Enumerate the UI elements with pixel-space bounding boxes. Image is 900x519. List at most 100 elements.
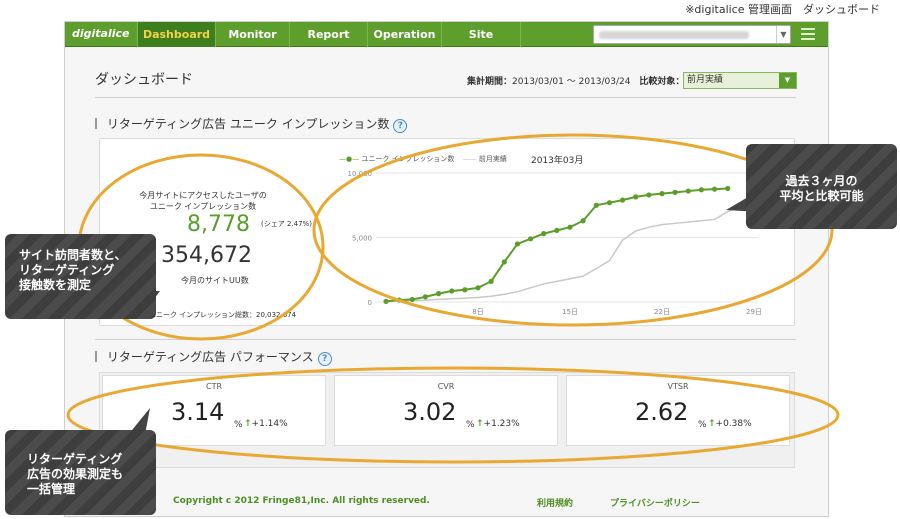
- x-tick-label: 8日: [472, 308, 483, 316]
- kpi-unit: %: [466, 420, 475, 430]
- tab-site[interactable]: Site: [441, 22, 521, 47]
- divider: [95, 339, 796, 340]
- dashboard-window: digitalice Dashboard Monitor Report Oper…: [64, 21, 829, 517]
- digitalice-logo: digitalice: [72, 27, 130, 40]
- series-point-current: [567, 224, 573, 230]
- callout-line: 平均と比較可能: [779, 189, 864, 203]
- tab-operation[interactable]: Operation: [367, 22, 441, 47]
- impressions-value: 8,778: [187, 212, 250, 237]
- kpi-delta-value: +0.38%: [715, 419, 752, 429]
- legend-series-current: ユニーク インプレッション数: [361, 155, 455, 163]
- callout-line: 広告の効果測定も: [27, 467, 124, 481]
- series-point-current: [422, 294, 429, 300]
- site-uu-value: 354,672: [161, 243, 252, 268]
- series-point-current: [541, 231, 547, 237]
- callout-line: 接触数を測定: [19, 278, 92, 292]
- chart-legend: —●— ユニーク インプレッション数 —— 前月実績: [339, 154, 507, 164]
- arrow-up-icon: ↑: [244, 419, 252, 429]
- callout-compare: 過去３ヶ月の 平均と比較可能: [746, 144, 897, 229]
- impressions-label: 今月サイトにアクセスしたユーザの ユニーク インプレッション数: [123, 190, 283, 212]
- page-caption: ※digitalice 管理画面 ダッシュボード: [685, 3, 880, 16]
- series-point-current: [396, 297, 402, 303]
- kpi-value: 2.62: [635, 398, 689, 426]
- series-point-current: [698, 187, 705, 193]
- compare-value: 前月実績: [687, 75, 724, 85]
- tab-dashboard[interactable]: Dashboard: [137, 22, 215, 47]
- series-point-current: [606, 200, 613, 206]
- legend-marker-previous: ——: [462, 155, 477, 163]
- kpi-delta: ↑+1.23%: [476, 419, 520, 429]
- section-title-performance: リターゲティング広告 パフォーマンス?: [95, 348, 332, 366]
- footer-copyright: Copyright c 2012 Fringe81,Inc. All right…: [173, 496, 430, 506]
- callout-visitors: サイト訪問者数と、 リターゲティング 接触数を測定: [5, 234, 156, 319]
- kpi-delta: ↑+1.14%: [244, 419, 288, 429]
- series-point-current: [449, 288, 455, 294]
- series-point-current: [383, 298, 389, 304]
- divider: [95, 97, 796, 98]
- kpi-name: CTR: [205, 382, 223, 391]
- chevron-down-icon[interactable]: ▼: [776, 26, 790, 43]
- series-point-current: [646, 192, 652, 198]
- kpi-unit: %: [234, 420, 243, 430]
- x-tick-label: 22日: [654, 308, 670, 316]
- blurred-account-name: [599, 31, 749, 39]
- series-point-current: [462, 287, 468, 293]
- series-point-current: [659, 191, 665, 197]
- kpi-card-cvr: CVR 3.02 % ↑+1.23%: [334, 375, 558, 446]
- arrow-up-icon: ↑: [476, 419, 484, 429]
- impressions-label-line1: 今月サイトにアクセスしたユーザの: [139, 191, 267, 200]
- kpi-value: 3.14: [171, 398, 225, 426]
- callout-line: リターゲティング: [27, 452, 123, 466]
- tab-monitor[interactable]: Monitor: [215, 22, 289, 47]
- impressions-share: (シェア 2.47%): [261, 220, 312, 228]
- series-point-current: [435, 291, 442, 297]
- chevron-down-icon[interactable]: ▼: [779, 73, 796, 88]
- series-point-current: [514, 241, 521, 247]
- series-point-current: [725, 185, 731, 192]
- impressions-total: ユニーク インプレッション総数：20,032,674: [149, 311, 297, 319]
- footer-link-terms[interactable]: 利用規約: [537, 496, 573, 509]
- footer-link-privacy[interactable]: プライバシーポリシー: [610, 496, 700, 509]
- series-point-current: [672, 189, 678, 195]
- section-title-impressions: リターゲティング広告 ユニーク インプレッション数?: [95, 115, 408, 133]
- top-nav: digitalice Dashboard Monitor Report Oper…: [65, 22, 828, 47]
- section-title-text: リターゲティング広告 パフォーマンス: [106, 350, 314, 364]
- x-tick-label: 15日: [562, 308, 578, 316]
- y-tick-label: 10,000: [348, 170, 373, 178]
- compare-label: 比較対象：: [639, 77, 685, 87]
- account-select[interactable]: ▼: [593, 25, 791, 44]
- series-point-current: [685, 188, 691, 194]
- series-point-current: [554, 227, 560, 234]
- y-tick-label: 0: [368, 299, 372, 307]
- menu-icon[interactable]: [801, 28, 815, 40]
- chart-title: 2013年03月: [531, 156, 584, 166]
- compare-select[interactable]: 前月実績 ▼: [683, 72, 797, 89]
- series-point-current: [488, 278, 494, 284]
- kpi-unit: %: [698, 420, 707, 430]
- kpi-value: 3.02: [403, 398, 457, 426]
- series-line-current: [385, 187, 728, 303]
- series-point-current: [593, 202, 599, 208]
- callout-line: 一括管理: [27, 482, 76, 496]
- help-icon[interactable]: ?: [393, 119, 408, 133]
- section-title-text: リターゲティング広告 ユニーク インプレッション数: [106, 117, 390, 131]
- series-point-current: [409, 296, 415, 303]
- impression-line-chart: 10,000 5,000 0 8日 15日 22日 29日: [348, 170, 762, 316]
- help-icon[interactable]: ?: [317, 352, 332, 366]
- kpi-name: VTSR: [667, 382, 689, 391]
- callout-line: サイト訪問者数と、: [19, 248, 127, 262]
- callout-line: リターゲティング: [19, 263, 115, 277]
- callout-effect: リターゲティング 広告の効果測定も 一括管理: [5, 430, 156, 515]
- legend-marker-current: —●—: [339, 155, 360, 163]
- kpi-name: CVR: [437, 382, 455, 391]
- impressions-label-line2: ユニーク インプレッション数: [149, 202, 257, 211]
- kpi-delta-value: +1.23%: [483, 419, 520, 429]
- kpi-delta-value: +1.14%: [251, 419, 288, 429]
- series-point-current: [527, 236, 534, 242]
- tab-report[interactable]: Report: [289, 22, 367, 47]
- site-uu-label: 今月のサイトUU数: [181, 276, 249, 285]
- period-range: 集計期間：2013/03/01 ～ 2013/03/24 比較対象：: [467, 74, 684, 87]
- period-label: 集計期間：: [467, 77, 513, 87]
- series-point-current: [580, 218, 586, 224]
- kpi-card-vtsr: VTSR 2.62 % ↑+0.38%: [566, 375, 790, 446]
